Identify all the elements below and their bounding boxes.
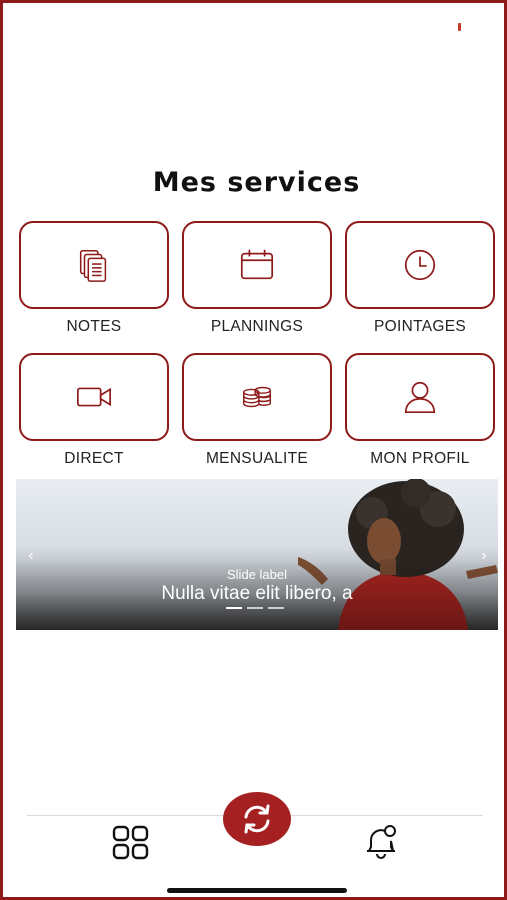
grid-icon xyxy=(112,825,149,860)
carousel-indicator[interactable] xyxy=(247,607,263,609)
chevron-right-icon[interactable]: › xyxy=(476,547,492,565)
service-mensualite-button[interactable] xyxy=(182,353,332,441)
service-label: MON PROFIL xyxy=(370,450,470,467)
service-pointages-button[interactable] xyxy=(345,221,495,309)
bell-icon xyxy=(367,825,396,859)
page-title: Mes services xyxy=(152,167,361,198)
sync-icon xyxy=(244,804,270,834)
carousel-indicators xyxy=(226,607,284,609)
services-grid: NOTES PLANNINGS POINTAGES DIRECT MENSUAL… xyxy=(19,221,496,485)
service-label: PLANNINGS xyxy=(210,318,304,335)
slide-label: Slide label xyxy=(227,567,287,582)
sync-button[interactable] xyxy=(223,792,291,846)
coins-icon xyxy=(242,386,272,408)
home-indicator xyxy=(167,888,347,893)
slide-caption: Nulla vitae elit libero, a xyxy=(161,583,353,604)
service-direct-button[interactable] xyxy=(19,353,169,441)
service-pointages[interactable]: POINTAGES xyxy=(345,221,495,353)
service-plannings-button[interactable] xyxy=(182,221,332,309)
calendar-icon xyxy=(240,249,274,280)
service-mon-profil[interactable]: MON PROFIL xyxy=(345,353,495,485)
carousel-indicator[interactable] xyxy=(268,607,284,609)
chevron-left-icon[interactable]: ‹ xyxy=(23,547,39,565)
tab-notifications[interactable] xyxy=(361,823,401,861)
service-label: MENSUALITE xyxy=(205,450,309,467)
service-label: NOTES xyxy=(66,318,122,335)
status-indicator xyxy=(458,23,461,31)
service-notes[interactable]: NOTES xyxy=(19,221,169,353)
service-label: DIRECT xyxy=(64,450,124,467)
clock-icon xyxy=(404,249,436,281)
documents-icon xyxy=(79,249,107,282)
app-frame: Mes services NOTES PLANNINGS POINTAGES D… xyxy=(0,0,507,900)
service-direct[interactable]: DIRECT xyxy=(19,353,169,485)
tab-home[interactable] xyxy=(111,825,151,861)
video-camera-icon xyxy=(76,387,112,407)
carousel-indicator[interactable] xyxy=(226,607,242,609)
service-mon-profil-button[interactable] xyxy=(345,353,495,441)
user-icon xyxy=(404,381,436,414)
service-plannings[interactable]: PLANNINGS xyxy=(182,221,332,353)
service-mensualite[interactable]: MENSUALITE xyxy=(182,353,332,485)
service-label: POINTAGES xyxy=(374,318,466,335)
service-notes-button[interactable] xyxy=(19,221,169,309)
carousel[interactable]: ‹ › Slide label Nulla vitae elit libero,… xyxy=(16,479,498,630)
